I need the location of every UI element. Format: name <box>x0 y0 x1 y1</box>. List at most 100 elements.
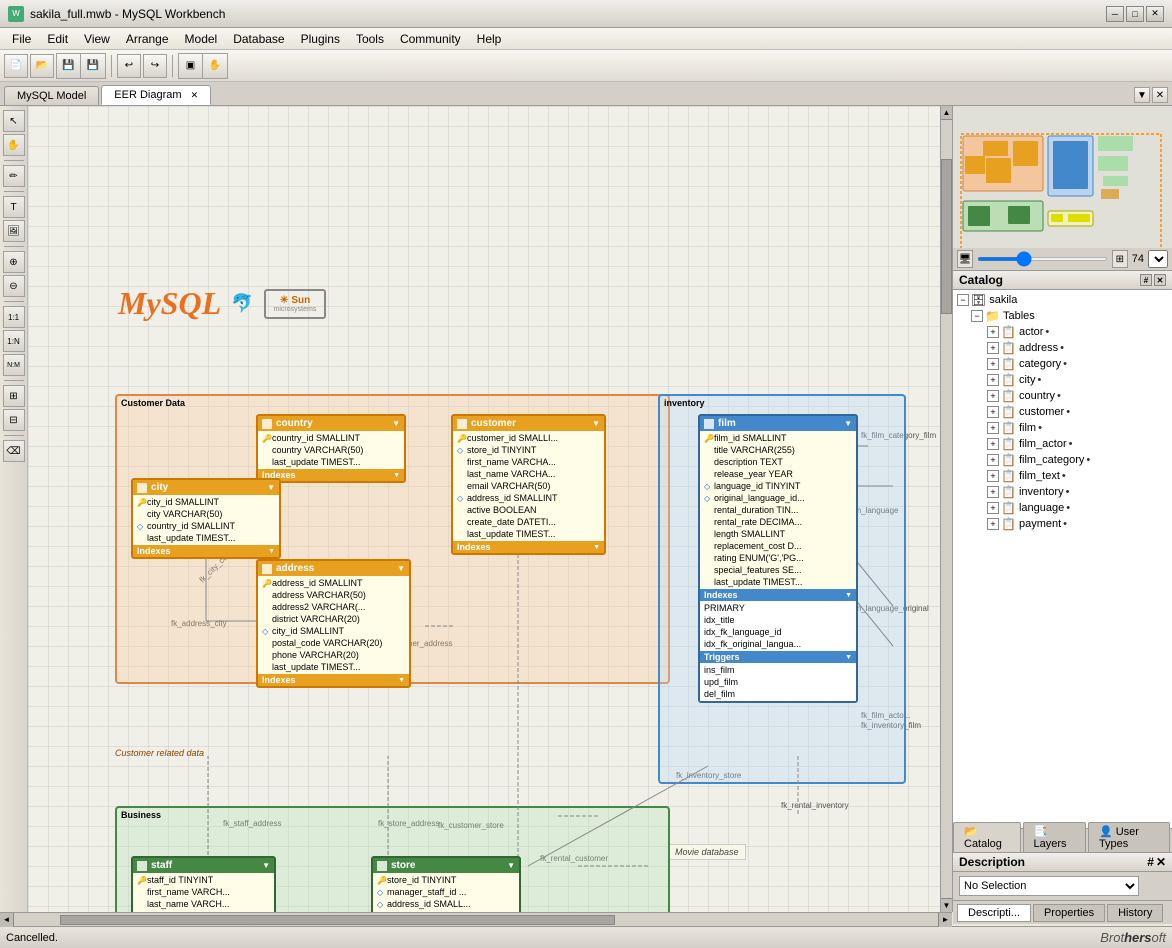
scroll-left-button[interactable]: ◄ <box>0 913 14 927</box>
triggers-dropdown-icon[interactable]: ▼ <box>845 654 852 661</box>
scroll-thumb[interactable] <box>941 159 952 315</box>
film-indexes-header[interactable]: Indexes▼ <box>700 589 856 601</box>
relation3-tool[interactable]: N:M <box>3 354 25 376</box>
relation1-tool[interactable]: 1:1 <box>3 306 25 328</box>
open-button[interactable]: 📂 <box>30 54 54 78</box>
catalog-tree[interactable]: − 🗄 sakila − 📁 Tables + 📋 actor • <box>953 290 1172 828</box>
menu-model[interactable]: Model <box>177 30 226 48</box>
save-button[interactable]: 💾 <box>57 54 81 78</box>
eraser-tool[interactable]: ⌫ <box>3 440 25 462</box>
scroll-up-button[interactable]: ▲ <box>941 106 952 120</box>
tree-expand-city[interactable]: + <box>987 374 999 386</box>
catalog-tab-catalog[interactable]: 📂 Catalog <box>953 822 1021 852</box>
zoom-in-tool[interactable]: ⊕ <box>3 251 25 273</box>
canvas-hscrollbar[interactable]: ◄ ► <box>0 912 952 926</box>
image-tool[interactable]: 🖼 <box>3 220 25 242</box>
menu-plugins[interactable]: Plugins <box>293 30 348 48</box>
tree-item-inventory[interactable]: + 📋 inventory • <box>955 484 1170 500</box>
relation2-tool[interactable]: 1:N <box>3 330 25 352</box>
desc-pin-button[interactable]: # <box>1147 855 1154 869</box>
film-dropdown-icon[interactable]: ▼ <box>844 419 852 428</box>
address-indexes-header[interactable]: Indexes▼ <box>258 674 409 686</box>
tree-expand-language[interactable]: + <box>987 502 999 514</box>
country-table[interactable]: country ▼ 🔑country_id SMALLINT country V… <box>256 414 406 483</box>
address-table[interactable]: address ▼ 🔑address_id SMALLINT address V… <box>256 559 411 688</box>
tree-item-country[interactable]: + 📋 country • <box>955 388 1170 404</box>
tree-item-language[interactable]: + 📋 language • <box>955 500 1170 516</box>
zoom-out-tool[interactable]: ⊖ <box>3 275 25 297</box>
indexes-dropdown-icon[interactable]: ▼ <box>398 677 405 684</box>
menu-edit[interactable]: Edit <box>39 30 76 48</box>
minimize-button[interactable]: ─ <box>1106 6 1124 22</box>
tree-expand-film-text[interactable]: + <box>987 470 999 482</box>
tree-expand-customer[interactable]: + <box>987 406 999 418</box>
tree-item-payment[interactable]: + 📋 payment • <box>955 516 1170 532</box>
tree-item-actor[interactable]: + 📋 actor • <box>955 324 1170 340</box>
close-button[interactable]: ✕ <box>1146 6 1164 22</box>
city-table[interactable]: city ▼ 🔑city_id SMALLINT city VARCHAR(50… <box>131 478 281 559</box>
catalog-tab-user-types[interactable]: 👤 User Types <box>1088 822 1170 852</box>
view-tool[interactable]: ⊟ <box>3 409 25 431</box>
pan-tool[interactable]: ✋ <box>3 134 25 156</box>
tree-item-film-text[interactable]: + 📋 film_text • <box>955 468 1170 484</box>
zoom-dropdown[interactable]: 7450100150 <box>1148 250 1168 268</box>
scroll-track[interactable] <box>941 120 952 898</box>
redo-button[interactable]: ↪ <box>143 54 167 78</box>
desc-close-button[interactable]: ✕ <box>1156 855 1166 869</box>
zoom-full-btn[interactable]: ⊞ <box>1112 250 1128 268</box>
customer-dropdown-icon[interactable]: ▼ <box>592 419 600 428</box>
zoom-slider[interactable] <box>977 257 1108 261</box>
menu-file[interactable]: File <box>4 30 39 48</box>
tree-expand-sakila[interactable]: − <box>957 294 969 306</box>
tab-mysql-model[interactable]: MySQL Model <box>4 86 99 105</box>
hscroll-track[interactable] <box>14 913 938 926</box>
customer-table[interactable]: customer ▼ 🔑customer_id SMALLI... ◇store… <box>451 414 606 555</box>
store-table[interactable]: store ▼ 🔑store_id TINYINT ◇manager_staff… <box>371 856 521 912</box>
tab-minimize-button[interactable]: ▼ <box>1134 87 1150 103</box>
tree-item-film[interactable]: + 📋 film • <box>955 420 1170 436</box>
text-tool[interactable]: T <box>3 196 25 218</box>
menu-arrange[interactable]: Arrange <box>118 30 177 48</box>
maximize-button[interactable]: □ <box>1126 6 1144 22</box>
tree-expand-tables[interactable]: − <box>971 310 983 322</box>
address-dropdown-icon[interactable]: ▼ <box>397 564 405 573</box>
menu-community[interactable]: Community <box>392 30 469 48</box>
menu-help[interactable]: Help <box>469 30 510 48</box>
undo-button[interactable]: ↩ <box>117 54 141 78</box>
tree-item-customer[interactable]: + 📋 customer • <box>955 404 1170 420</box>
tab-close-icon[interactable]: ✕ <box>191 90 199 100</box>
staff-dropdown-icon[interactable]: ▼ <box>262 861 270 870</box>
description-select[interactable]: No Selection <box>959 876 1139 896</box>
tab-eer-diagram[interactable]: EER Diagram ✕ <box>101 85 211 105</box>
hand-tool-button[interactable]: ✋ <box>203 54 227 78</box>
tree-item-sakila[interactable]: − 🗄 sakila <box>955 292 1170 308</box>
tree-expand-actor[interactable]: + <box>987 326 999 338</box>
menu-database[interactable]: Database <box>225 30 292 48</box>
tree-expand-film-category[interactable]: + <box>987 454 999 466</box>
indexes-dropdown-icon[interactable]: ▼ <box>268 548 275 555</box>
catalog-pin-button[interactable]: # <box>1140 274 1152 286</box>
tree-item-film-category[interactable]: + 📋 film_category • <box>955 452 1170 468</box>
store-dropdown-icon[interactable]: ▼ <box>507 861 515 870</box>
new-button[interactable]: 📄 <box>4 54 28 78</box>
scroll-right-button[interactable]: ► <box>938 913 952 927</box>
canvas-area[interactable]: Customer Data Customer related data inve… <box>28 106 952 912</box>
customer-indexes-header[interactable]: Indexes▼ <box>453 541 604 553</box>
catalog-tab-layers[interactable]: 📑 Layers <box>1023 822 1086 852</box>
bottom-tab-history[interactable]: History <box>1107 904 1163 922</box>
bottom-tab-description[interactable]: Descripti... <box>957 904 1031 922</box>
hscroll-thumb[interactable] <box>60 915 614 925</box>
table-tool[interactable]: ⊞ <box>3 385 25 407</box>
indexes-dropdown-icon[interactable]: ▼ <box>393 472 400 479</box>
pencil-tool[interactable]: ✏ <box>3 165 25 187</box>
tree-expand-film-actor[interactable]: + <box>987 438 999 450</box>
indexes-dropdown-icon[interactable]: ▼ <box>845 592 852 599</box>
menu-view[interactable]: View <box>76 30 118 48</box>
window-controls[interactable]: ─ □ ✕ <box>1106 6 1164 22</box>
tree-expand-payment[interactable]: + <box>987 518 999 530</box>
tree-item-category[interactable]: + 📋 category • <box>955 356 1170 372</box>
tree-expand-film[interactable]: + <box>987 422 999 434</box>
city-dropdown-icon[interactable]: ▼ <box>267 483 275 492</box>
catalog-close-button[interactable]: ✕ <box>1154 274 1166 286</box>
menu-tools[interactable]: Tools <box>348 30 392 48</box>
